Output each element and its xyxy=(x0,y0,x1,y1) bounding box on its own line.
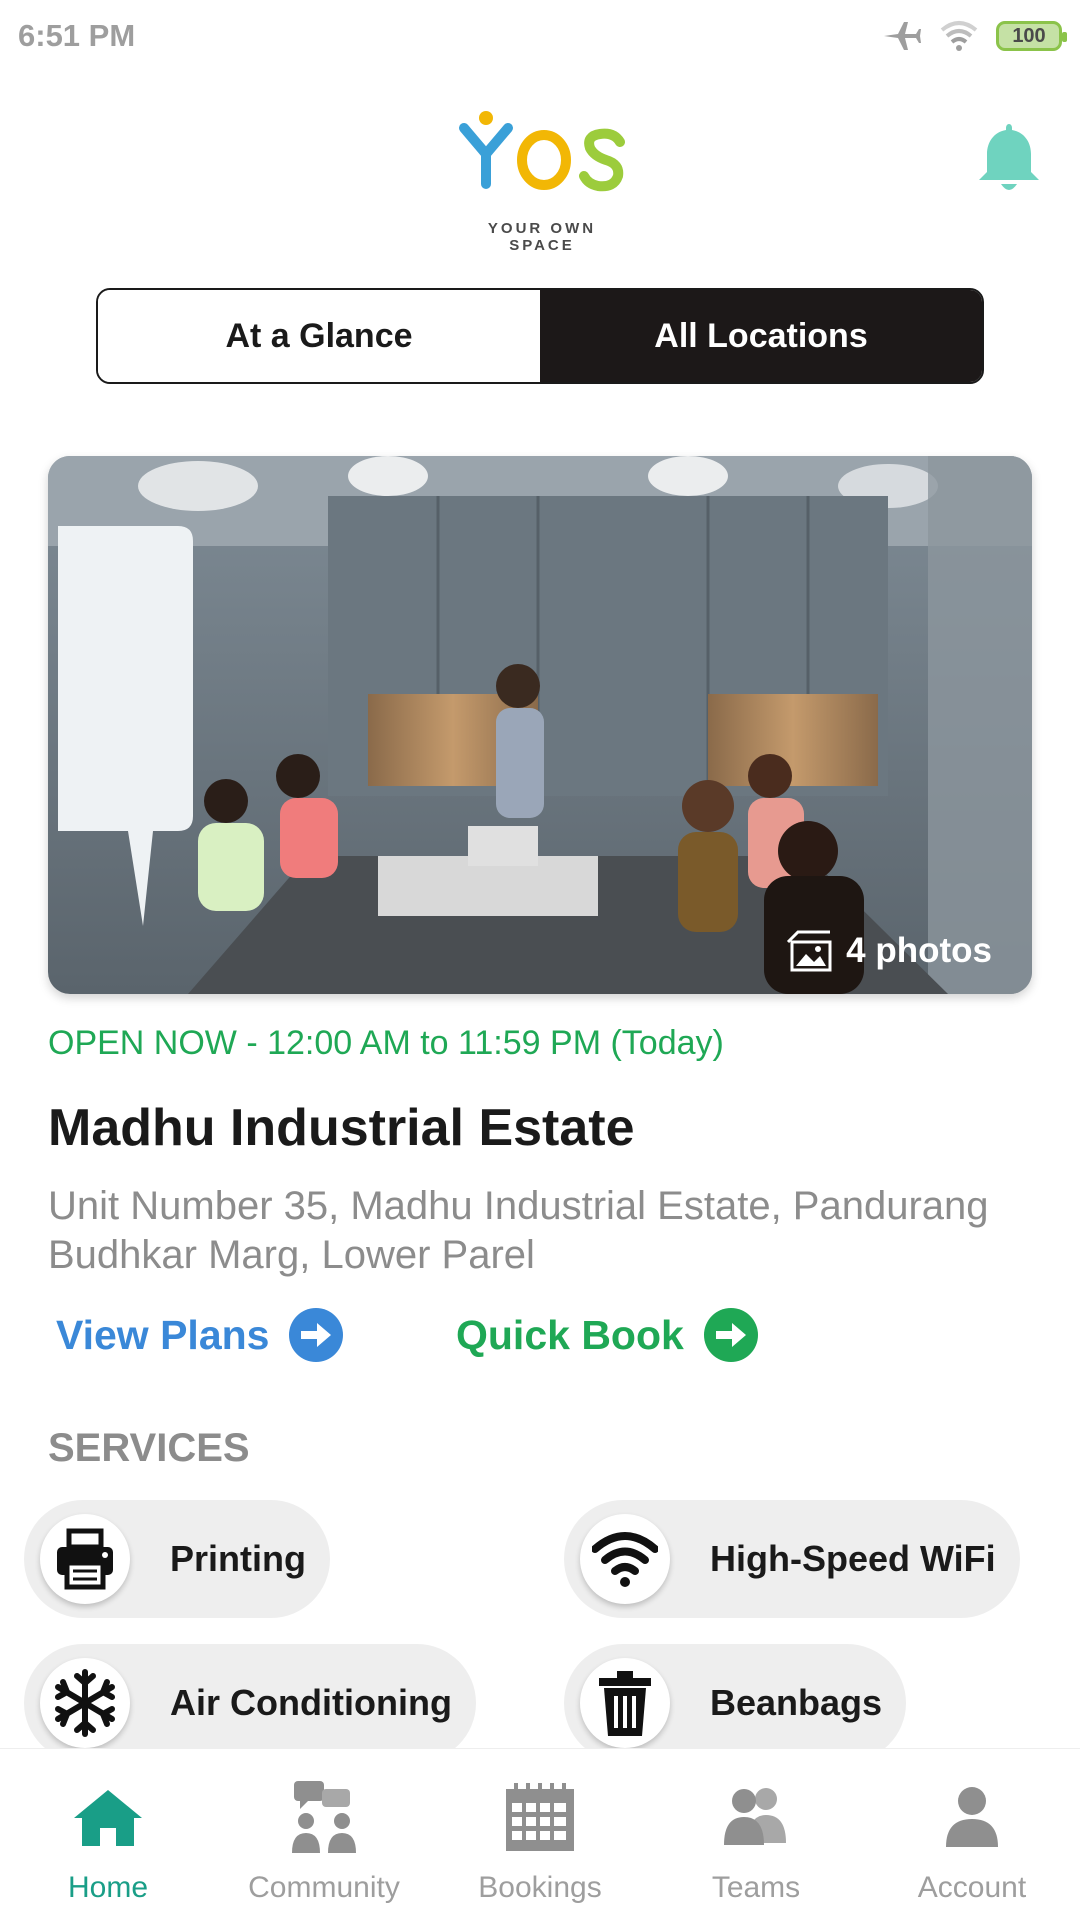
arrow-right-icon xyxy=(289,1308,344,1362)
snowflake-icon xyxy=(40,1658,130,1748)
nav-teams[interactable]: Teams xyxy=(648,1749,864,1920)
service-label: Printing xyxy=(170,1538,306,1579)
service-label: High-Speed WiFi xyxy=(710,1538,996,1579)
service-beanbags: Beanbags xyxy=(564,1644,907,1762)
nav-label: Bookings xyxy=(478,1871,602,1904)
location-name: Madhu Industrial Estate xyxy=(48,1099,635,1157)
notification-bell-icon[interactable] xyxy=(974,120,1044,196)
arrow-right-icon xyxy=(703,1308,758,1362)
meeting-room-photo xyxy=(48,456,1032,994)
app-header: YOUR OWN SPACE xyxy=(0,72,1080,254)
wifi-status-icon xyxy=(940,21,978,51)
view-plans-label: View Plans xyxy=(56,1311,270,1358)
service-label: Air Conditioning xyxy=(170,1682,452,1723)
teams-icon xyxy=(716,1777,796,1857)
status-icons: 100 xyxy=(882,14,1067,58)
trash-icon xyxy=(580,1658,670,1748)
nav-account[interactable]: Account xyxy=(864,1749,1080,1920)
logo-subtitle: YOUR OWN SPACE xyxy=(487,220,597,254)
open-status: OPEN NOW - 12:00 AM to 11:59 PM (Today) xyxy=(48,1024,724,1062)
printer-icon xyxy=(40,1514,130,1604)
service-printing: Printing xyxy=(24,1500,330,1618)
yos-logo: YOUR OWN SPACE xyxy=(452,102,632,254)
bottom-navigation: Home Community Bookings Teams Account xyxy=(0,1748,1080,1920)
location-address: Unit Number 35, Madhu Industrial Estate,… xyxy=(48,1184,989,1277)
account-icon xyxy=(932,1777,1012,1857)
service-label: Beanbags xyxy=(710,1682,883,1723)
status-time: 6:51 PM xyxy=(18,18,136,53)
photo-count[interactable]: 4 photos xyxy=(784,928,992,974)
service-wifi: High-Speed WiFi xyxy=(564,1500,1020,1618)
status-bar: 6:51 PM 100 xyxy=(0,0,1080,72)
home-icon xyxy=(68,1777,148,1857)
gallery-icon xyxy=(787,930,832,972)
location-photo[interactable]: 4 photos xyxy=(48,456,1032,994)
battery-indicator: 100 xyxy=(996,21,1067,51)
nav-community[interactable]: Community xyxy=(216,1749,432,1920)
quick-book-button[interactable]: Quick Book xyxy=(456,1308,758,1362)
photo-count-label: 4 photos xyxy=(846,931,992,970)
nav-label: Home xyxy=(67,1871,149,1904)
yos-logo-mark xyxy=(459,111,625,192)
quick-book-label: Quick Book xyxy=(456,1311,684,1358)
nav-label: Community xyxy=(248,1871,400,1904)
nav-bookings[interactable]: Bookings xyxy=(432,1749,648,1920)
services-heading: SERVICES xyxy=(48,1426,250,1470)
wifi-icon xyxy=(580,1514,670,1604)
nav-label: Teams xyxy=(711,1871,801,1904)
nav-label: Account xyxy=(917,1871,1027,1904)
airplane-mode-icon xyxy=(884,22,921,50)
tab-all-locations[interactable]: All Locations xyxy=(540,290,982,382)
service-air-conditioning: Air Conditioning xyxy=(24,1644,476,1762)
calendar-icon xyxy=(500,1777,580,1857)
battery-level: 100 xyxy=(1012,24,1046,47)
view-plans-button[interactable]: View Plans xyxy=(56,1308,344,1362)
nav-home[interactable]: Home xyxy=(0,1749,216,1920)
tab-at-a-glance[interactable]: At a Glance xyxy=(98,290,540,382)
community-icon xyxy=(284,1777,364,1857)
location-view-toggle: At a Glance All Locations xyxy=(96,288,984,384)
